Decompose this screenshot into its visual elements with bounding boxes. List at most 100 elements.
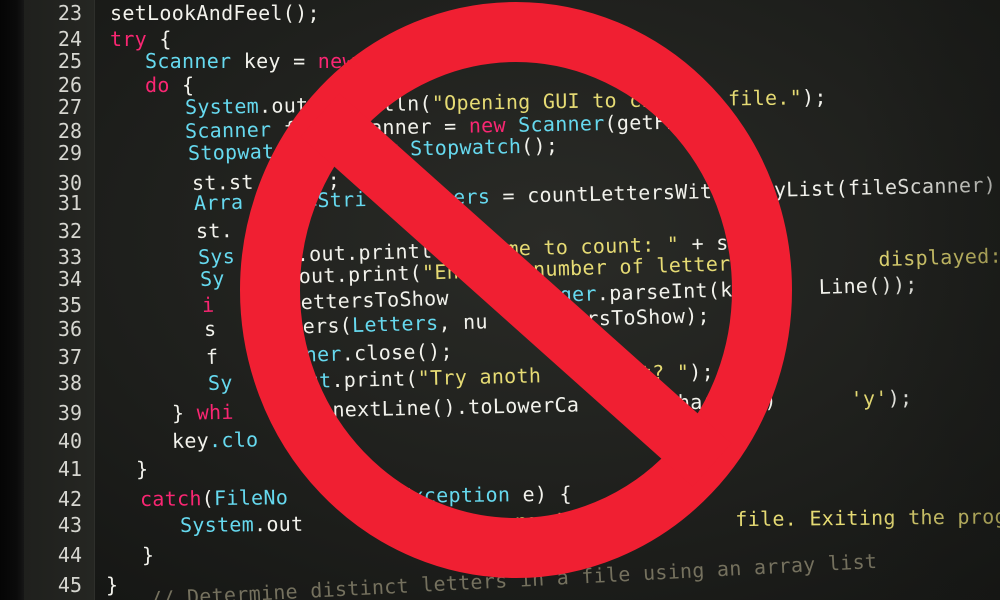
code-token: FileNo xyxy=(213,485,289,511)
code-token: = countLettersWit xyxy=(489,179,713,209)
code-token: Line()); xyxy=(818,272,918,299)
code-token: key xyxy=(171,428,210,453)
code-token: whi xyxy=(196,399,234,425)
code-token: .close(); xyxy=(341,338,454,366)
code-token: , nu xyxy=(438,309,489,335)
line-number: 23 xyxy=(57,1,82,25)
code-token: tln( xyxy=(382,91,433,116)
code-token: setLookAndFeel(); xyxy=(110,1,320,25)
code-token: Sca xyxy=(354,49,405,73)
code-token: Stopwat xyxy=(187,139,275,165)
code-line: key.clo (); xyxy=(171,425,333,453)
code-token: ) xyxy=(764,386,851,413)
line-number: 36 xyxy=(57,317,82,341)
code-token: ); xyxy=(801,84,827,110)
code-token: ); xyxy=(887,385,913,411)
code-line: System.out ntln("Error reading the file.… xyxy=(179,504,1000,537)
code-token: .out xyxy=(253,511,304,537)
code-token: Stopwatch xyxy=(409,134,522,161)
line-number: 40 xyxy=(57,429,82,453)
line-number: 43 xyxy=(57,513,82,537)
code-line: } xyxy=(135,456,149,481)
line-number: 39 xyxy=(57,401,82,425)
code-token: Scanner xyxy=(255,341,343,368)
code-token: try xyxy=(110,27,148,51)
line-number: 44 xyxy=(57,543,82,567)
code-line: catch(FileNo undException e) { xyxy=(139,482,572,511)
code-token: out xyxy=(294,368,332,394)
line-number: 31 xyxy=(57,191,82,215)
code-line: f Scanner.close(); xyxy=(206,338,454,369)
code-token: key xyxy=(282,397,321,423)
code-token: .clo xyxy=(208,427,259,453)
code-token: Arra xyxy=(193,189,244,215)
code-line: setLookAndFeel(); xyxy=(110,2,320,24)
code-token: "Try anoth ount? " xyxy=(417,359,690,391)
code-token: ( xyxy=(201,486,215,511)
code-token: Sy xyxy=(199,266,226,291)
line-number: 24 xyxy=(57,27,82,51)
code-token: m.out.print( xyxy=(273,260,423,289)
line-number: 25 xyxy=(57,49,82,73)
code-token: new xyxy=(360,136,399,162)
code-token: tersToShow); xyxy=(561,303,711,332)
code-token: p(); xyxy=(257,216,308,242)
code-token: System xyxy=(179,512,255,537)
code-line: Scanner key = new Sca xyxy=(145,50,404,72)
line-number: 29 xyxy=(57,141,82,165)
code-token: do xyxy=(145,73,170,97)
line-number: 42 xyxy=(57,487,82,511)
code-token: s xyxy=(203,316,217,341)
code-token: 0 xyxy=(751,388,765,413)
code-token: { xyxy=(169,73,195,97)
code-token: Sy xyxy=(207,370,233,395)
line-number: 32 xyxy=(57,219,82,243)
line-number: 45 xyxy=(57,573,82,597)
code-token: (); xyxy=(295,425,333,451)
code-line: try { xyxy=(110,28,172,50)
code-token: } xyxy=(171,400,197,425)
code-token: (getFi xyxy=(604,109,679,136)
trailing-comment: // Determine distinct letters in a file … xyxy=(149,548,878,600)
code-token: catch xyxy=(139,486,202,511)
code-token: } xyxy=(135,456,149,481)
code-line: st. p(); xyxy=(195,216,308,243)
code-token: .nextLine().toLowerCa xyxy=(319,392,580,422)
code-token: { xyxy=(147,27,172,51)
code-line: do { xyxy=(145,74,194,96)
code-token: .print( xyxy=(331,366,419,393)
line-number: 38 xyxy=(57,371,82,395)
code-token: .out xyxy=(258,93,309,118)
code-token: Letters xyxy=(403,184,491,211)
code-token: } xyxy=(106,573,119,597)
code-token: "Error reading the file. Exiting the pro… xyxy=(426,504,1000,535)
line-number: 26 xyxy=(57,73,82,97)
code-line: } xyxy=(141,542,155,567)
code-token: ntln( xyxy=(365,510,427,536)
code-token: (); xyxy=(520,133,559,159)
line-number: 33 xyxy=(57,245,82,269)
code-token: teger xyxy=(534,281,598,308)
code-token: System xyxy=(184,93,260,119)
code-token: st. xyxy=(195,218,234,243)
code-token: yList(fileScanner); xyxy=(773,172,1000,202)
code-token: } xyxy=(141,542,155,567)
code-token: undException xyxy=(361,482,511,509)
